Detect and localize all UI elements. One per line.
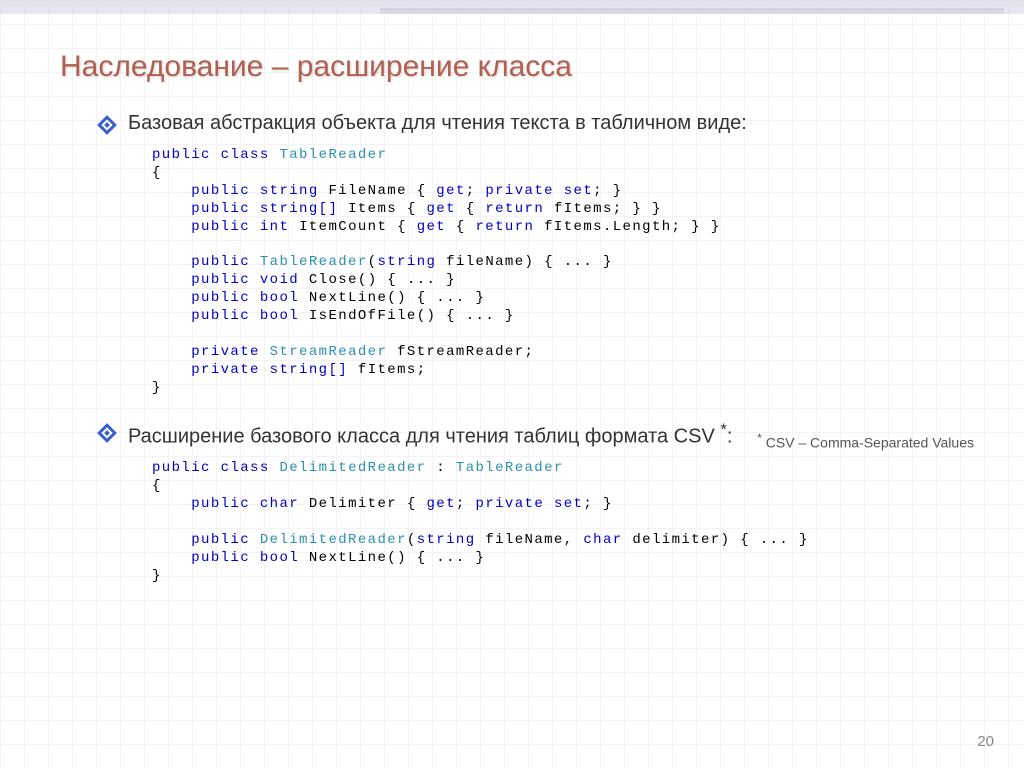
bullet-2-text: Расширение базового класса для чтения та… — [128, 420, 732, 449]
diamond-icon — [97, 423, 117, 443]
diamond-icon — [97, 115, 117, 135]
brace: { — [152, 165, 162, 181]
slide-content: Наследование – расширение класса Базовая… — [60, 50, 984, 586]
type-tablereader: TableReader — [279, 147, 387, 163]
bullet-1-text: Базовая абстракция объекта для чтения те… — [128, 112, 747, 135]
code-block-1: public class TableReader { public string… — [152, 147, 984, 398]
top-strip-2 — [380, 8, 1004, 14]
code-block-2: public class DelimitedReader : TableRead… — [152, 460, 984, 585]
bullet-1: Базовая абстракция объекта для чтения те… — [100, 112, 984, 135]
footnote: * CSV – Comma-Separated Values — [757, 432, 974, 451]
slide-title: Наследование – расширение класса — [60, 50, 984, 84]
kw-class: class — [221, 147, 270, 163]
kw-public: public — [152, 147, 211, 163]
page-number: 20 — [977, 733, 994, 750]
